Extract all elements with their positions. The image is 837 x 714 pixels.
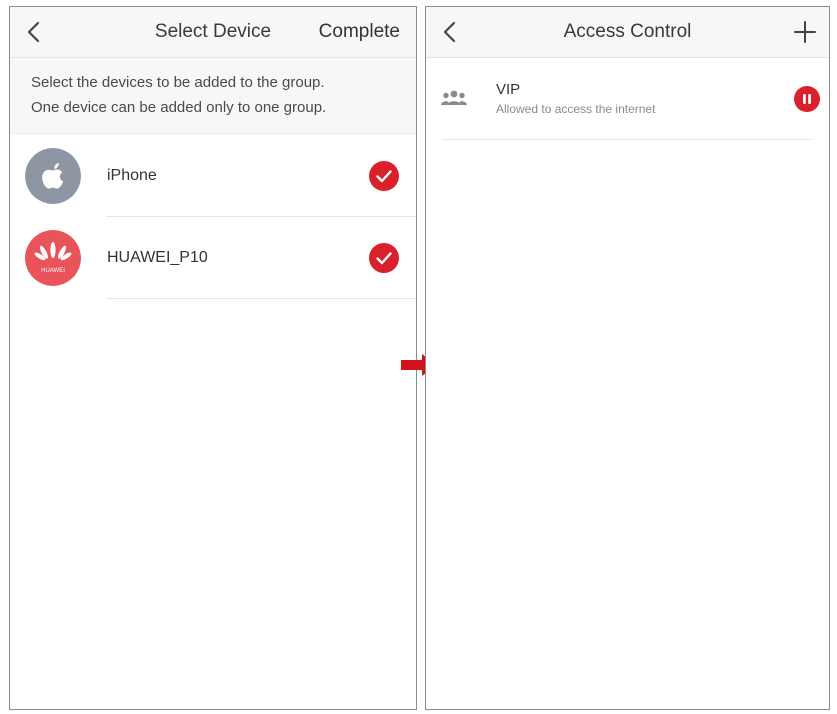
device-row-iphone[interactable]: iPhone [10,135,416,217]
group-status: Allowed to access the internet [496,102,656,116]
complete-button[interactable]: Complete [319,7,400,57]
device-name: iPhone [107,167,157,184]
hint-line: Select the devices to be added to the gr… [31,74,325,91]
apple-logo-icon [25,148,81,204]
hint-line: One device can be added only to one grou… [31,99,327,116]
select-device-navbar: Select Device Complete [10,7,416,58]
checkmark-icon [369,243,399,273]
access-control-navbar: Access Control [426,7,829,58]
selected-checkbox[interactable] [369,243,399,273]
add-group-button[interactable] [793,20,817,44]
selected-checkbox[interactable] [369,161,399,191]
device-name: HUAWEI_P10 [107,249,208,266]
select-device-screen: Select Device Complete Select the device… [9,6,417,710]
user-group-icon [441,90,467,105]
huawei-logo-text: HUAWEI [41,268,65,274]
device-avatar: HUAWEI [25,230,81,286]
pause-button[interactable] [794,86,820,112]
plus-icon [794,21,816,43]
device-row-huawei-p10[interactable]: HUAWEI HUAWEI_P10 [10,217,416,299]
group-row-vip[interactable]: VIP Allowed to access the internet [426,58,829,140]
group-name: VIP [496,81,521,98]
device-avatar [25,148,81,204]
row-divider [106,298,416,299]
access-control-screen: Access Control VIP Allowed to access the… [425,6,830,710]
pause-icon [794,86,820,112]
checkmark-icon [369,161,399,191]
page-title: Access Control [563,21,692,42]
row-divider [442,139,813,140]
selection-hint: Select the devices to be added to the gr… [10,58,416,134]
huawei-logo-icon: HUAWEI [25,230,81,286]
